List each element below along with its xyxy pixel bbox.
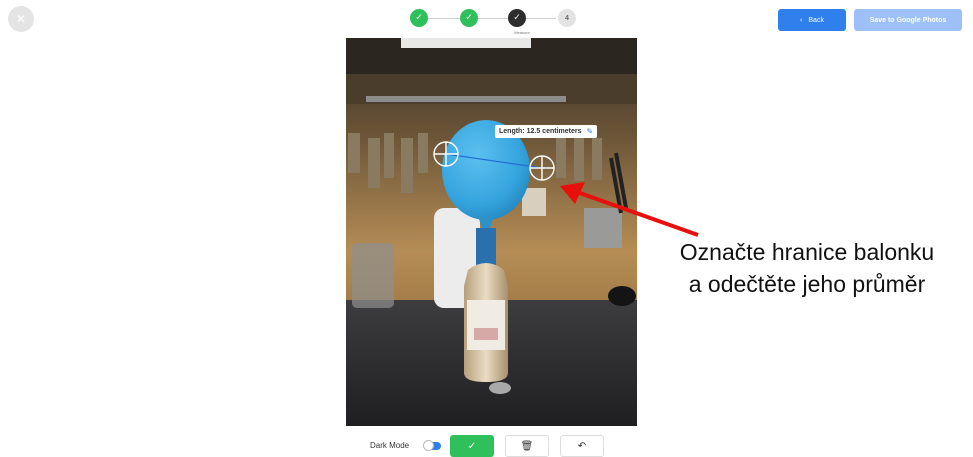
save-to-google-photos-button[interactable]: Save to Google Photos xyxy=(854,9,962,31)
annotation-arrow xyxy=(560,182,699,237)
measure-handle-start[interactable] xyxy=(433,141,459,167)
dark-mode-toggle[interactable] xyxy=(423,440,441,451)
edit-icon[interactable]: ✎ xyxy=(586,127,593,136)
length-readout: Length: 12.5 centimeters ✎ xyxy=(495,125,598,138)
dark-mode-label: Dark Mode xyxy=(370,441,410,450)
check-icon: ✓ xyxy=(467,440,477,452)
step-2[interactable]: ✓ xyxy=(460,9,478,27)
measure-handle-end[interactable] xyxy=(529,155,555,181)
progress-stepper: ✓ ✓ ✓ 4 Measure xyxy=(410,8,580,38)
bottle-label xyxy=(467,300,505,350)
bottle-label-stripe xyxy=(474,328,498,340)
step-connector xyxy=(478,18,508,19)
bottle-cap xyxy=(489,382,511,394)
step-3-caption: Measure xyxy=(514,30,530,35)
black-object xyxy=(608,286,636,306)
step-connector xyxy=(428,18,460,19)
save-button-label: Save to Google Photos xyxy=(869,16,947,24)
step-1[interactable]: ✓ xyxy=(410,9,428,27)
paper-towel xyxy=(401,38,531,48)
rail xyxy=(366,96,566,102)
close-icon: ✕ xyxy=(15,12,27,26)
annotation-line-2: a odečtěte jeho průměr xyxy=(688,271,926,297)
step-connector xyxy=(526,18,556,19)
chevron-left-icon: ‹ xyxy=(800,16,803,24)
bottle-neck xyxy=(476,228,496,268)
annotation-line-1: Označte hranice balonku xyxy=(679,239,935,265)
annotation-text: Označte hranice balonku a odečtěte jeho … xyxy=(652,236,962,300)
back-button[interactable]: ‹ Back xyxy=(778,9,846,31)
step-3[interactable]: ✓ xyxy=(508,9,526,27)
glass-jar xyxy=(352,243,394,308)
arrow-shaft xyxy=(576,190,699,237)
step-4[interactable]: 4 xyxy=(558,9,576,27)
trash-icon: 🗑 xyxy=(520,440,534,452)
undo-icon: ↶ xyxy=(577,440,587,452)
back-button-label: Back xyxy=(808,16,824,24)
length-text: Length: 12.5 centimeters xyxy=(499,128,582,135)
close-button[interactable]: ✕ xyxy=(8,6,34,32)
wall-outlet xyxy=(522,188,546,216)
